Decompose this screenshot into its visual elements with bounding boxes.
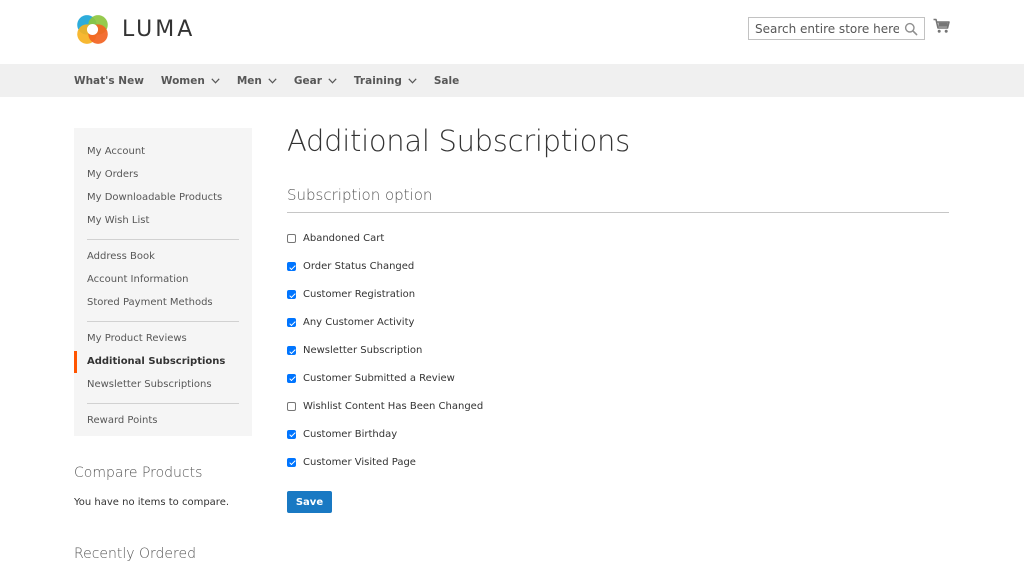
nav-item-label: Sale	[433, 74, 460, 87]
chevron-down-icon	[328, 77, 337, 84]
nav-item-label: Men	[236, 74, 262, 87]
chevron-down-icon	[268, 77, 277, 84]
subscription-option[interactable]: Order Status Changed	[287, 253, 483, 281]
subscription-option[interactable]: Newsletter Subscription	[287, 337, 483, 365]
sidebar-divider	[87, 321, 239, 322]
section-divider	[287, 212, 949, 213]
nav-list: What's New Women Men Gear Training Sale	[74, 64, 476, 97]
search-box	[748, 17, 925, 40]
save-button[interactable]: Save	[287, 491, 332, 513]
subscription-option-label: Customer Visited Page	[303, 456, 416, 468]
checkbox-unchecked[interactable]	[287, 401, 296, 411]
nav-item-gear[interactable]: Gear	[294, 75, 337, 87]
luma-logo[interactable]: LUMA	[74, 11, 195, 48]
nav-item-label: Training	[353, 74, 402, 87]
sidebar-divider	[87, 239, 239, 240]
luma-logo-icon	[77, 15, 108, 44]
subscription-option-label: Order Status Changed	[303, 261, 415, 273]
subscription-option-label: Customer Submitted a Review	[303, 372, 455, 384]
subscription-option[interactable]: Any Customer Activity	[287, 309, 483, 337]
sidebar-item-my-account[interactable]: My Account	[74, 141, 252, 164]
subscription-option[interactable]: Customer Registration	[287, 281, 483, 309]
chevron-down-icon	[211, 77, 220, 84]
subscription-option-label: Any Customer Activity	[303, 317, 415, 329]
checkbox-checked[interactable]	[287, 262, 296, 272]
sidebar-item-newsletter-subscriptions[interactable]: Newsletter Subscriptions	[74, 374, 252, 397]
compare-empty-message: You have no items to compare.	[74, 497, 230, 508]
sidebar-item-account-information[interactable]: Account Information	[74, 269, 252, 292]
checkbox-checked[interactable]	[287, 346, 296, 355]
sidebar-item-my-downloadable-products[interactable]: My Downloadable Products	[74, 187, 252, 210]
sidebar-divider	[87, 403, 239, 404]
sidebar-item-my-wish-list[interactable]: My Wish List	[74, 210, 252, 233]
nav-item-training[interactable]: Training	[354, 75, 417, 87]
checkbox-unchecked[interactable]	[287, 234, 296, 244]
nav-item-women[interactable]: Women	[161, 75, 220, 87]
nav-item-label: What's New	[74, 74, 144, 87]
sidebar-item-my-orders[interactable]: My Orders	[74, 164, 252, 187]
sidebar-item-additional-subscriptions[interactable]: Additional Subscriptions	[74, 351, 252, 374]
checkbox-checked[interactable]	[287, 457, 296, 467]
account-sidebar: My Account My Orders My Downloadable Produ…	[74, 128, 252, 436]
sidebar-item-stored-payment-methods[interactable]: Stored Payment Methods	[74, 292, 252, 315]
search-icon[interactable]	[904, 22, 918, 36]
subscription-option-label: Customer Birthday	[303, 428, 398, 440]
cart-icon[interactable]	[933, 18, 950, 34]
sidebar-item-my-product-reviews[interactable]: My Product Reviews	[74, 328, 252, 351]
recently-ordered-title: Recently Ordered	[74, 546, 196, 562]
nav-item-sale[interactable]: Sale	[434, 75, 459, 87]
subscription-options: Abandoned Cart Order Status Changed Custom…	[287, 225, 483, 476]
main-navigation: What's New Women Men Gear Training Sale	[0, 64, 1024, 97]
sidebar-item-reward-points[interactable]: Reward Points	[74, 410, 252, 433]
subscription-section-title: Subscription option	[287, 186, 433, 204]
page-header: LUMA	[0, 0, 1024, 64]
subscription-option-label: Wishlist Content Has Been Changed	[303, 400, 484, 412]
nav-item-men[interactable]: Men	[237, 75, 277, 87]
chevron-down-icon	[408, 77, 417, 84]
checkbox-checked[interactable]	[287, 373, 296, 383]
subscription-option[interactable]: Abandoned Cart	[287, 225, 483, 253]
subscription-option-label: Abandoned Cart	[303, 233, 385, 245]
nav-item-label: Women	[160, 74, 205, 87]
subscription-option-label: Customer Registration	[303, 289, 416, 301]
page-title: Additional Subscriptions	[287, 124, 630, 158]
subscription-option-label: Newsletter Subscription	[303, 345, 423, 356]
checkbox-checked[interactable]	[287, 290, 296, 300]
search-input[interactable]	[749, 18, 899, 39]
subscription-option[interactable]: Customer Birthday	[287, 420, 483, 448]
nav-item-what-s-new[interactable]: What's New	[74, 75, 144, 87]
sidebar-item-address-book[interactable]: Address Book	[74, 246, 252, 269]
subscription-option[interactable]: Customer Visited Page	[287, 448, 483, 476]
nav-item-label: Gear	[293, 74, 322, 87]
subscription-option[interactable]: Wishlist Content Has Been Changed	[287, 392, 483, 420]
checkbox-checked[interactable]	[287, 429, 296, 439]
subscription-option[interactable]: Customer Submitted a Review	[287, 364, 483, 392]
compare-products-title: Compare Products	[74, 465, 203, 481]
checkbox-checked[interactable]	[287, 318, 296, 328]
logo-text: LUMA	[122, 17, 196, 42]
